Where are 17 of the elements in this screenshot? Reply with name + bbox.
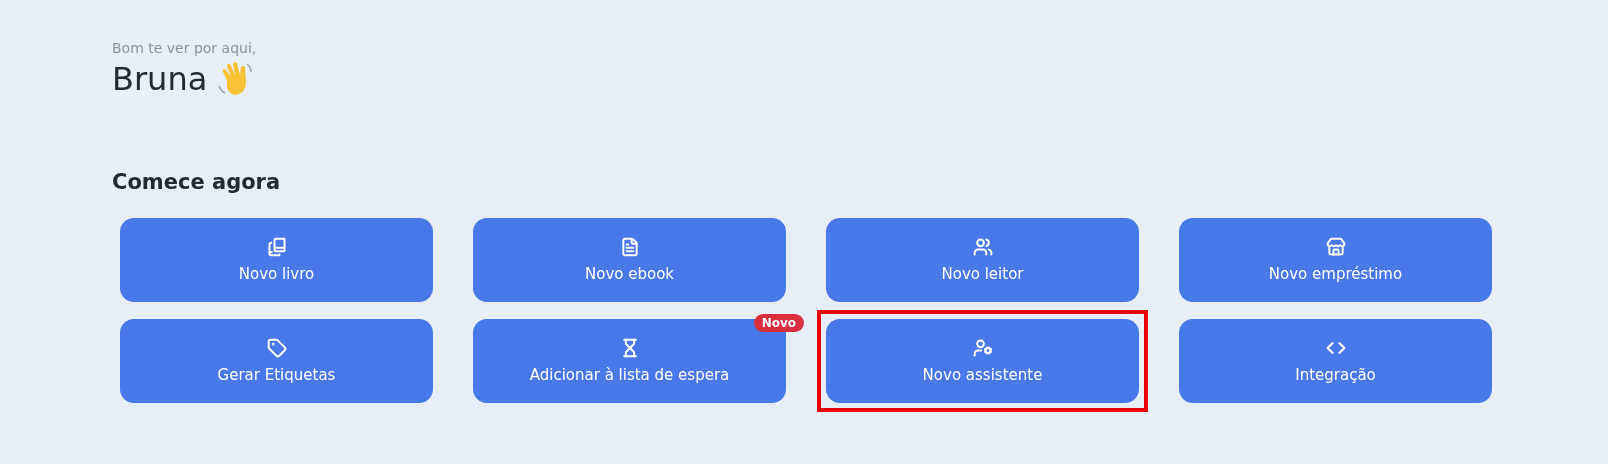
section-title: Comece agora <box>112 170 282 194</box>
tag-icon <box>266 338 287 358</box>
user-gear-icon <box>972 338 993 358</box>
action-button[interactable]: Novo leitor <box>826 218 1139 302</box>
action-button[interactable]: Gerar Etiquetas <box>120 319 433 403</box>
document-icon <box>619 237 640 257</box>
user-name: Bruna <box>112 60 208 98</box>
action-button[interactable]: Novo livro <box>120 218 433 302</box>
new-badge: Novo <box>753 314 804 332</box>
action-button[interactable]: Novo assistente <box>826 319 1139 403</box>
action-button[interactable]: Novo ebook <box>473 218 786 302</box>
books-icon <box>266 237 287 257</box>
store-icon <box>1325 237 1346 257</box>
action-button[interactable]: Novo empréstimo <box>1179 218 1492 302</box>
action-button[interactable]: Integração <box>1179 319 1492 403</box>
greeting-subtitle: Bom te ver por aqui, <box>112 40 258 56</box>
users-icon <box>972 237 993 257</box>
